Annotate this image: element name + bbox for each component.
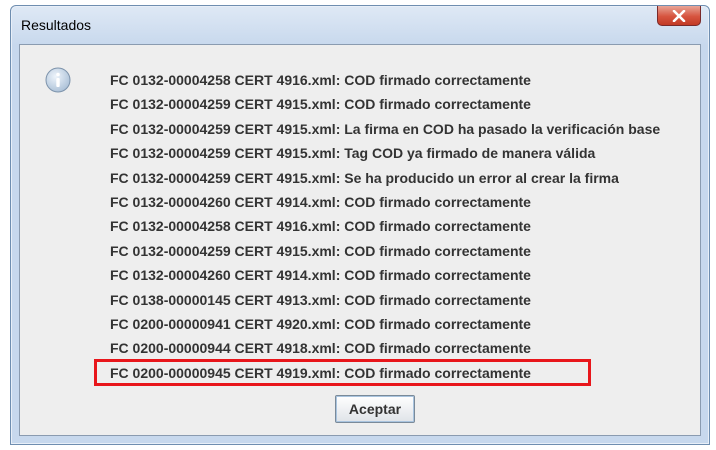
message-line: FC 0132-00004259 CERT 4915.xml: La firma… xyxy=(110,120,661,137)
results-dialog: Resultados FC 0132-00004258 CERT 4916.xm… xyxy=(10,5,710,445)
message-line: FC 0138-00000145 CERT 4913.xml: COD firm… xyxy=(110,291,531,308)
close-icon xyxy=(672,9,686,22)
dialog-body: FC 0132-00004258 CERT 4916.xml: COD firm… xyxy=(19,44,701,436)
dialog-title: Resultados xyxy=(21,17,92,33)
message-line: FC 0132-00004258 CERT 4916.xml: COD firm… xyxy=(110,72,531,88)
message-line: FC 0132-00004260 CERT 4914.xml: COD firm… xyxy=(110,267,531,284)
message-line: FC 0200-00000944 CERT 4918.xml: COD firm… xyxy=(110,340,531,357)
message-line: FC 0132-00004259 CERT 4915.xml: Se ha pr… xyxy=(110,169,619,186)
message-line: FC 0200-00000945 CERT 4919.xml: COD firm… xyxy=(110,364,531,381)
info-icon xyxy=(45,67,71,93)
message-line: FC 0132-00004258 CERT 4916.xml: COD firm… xyxy=(110,218,531,235)
message-line: FC 0132-00004259 CERT 4915.xml: COD firm… xyxy=(110,96,531,113)
message-line: FC 0132-00004259 CERT 4915.xml: COD firm… xyxy=(110,242,531,259)
accept-button[interactable]: Aceptar xyxy=(335,395,415,423)
title-bar[interactable]: Resultados xyxy=(11,6,709,44)
message-list: FC 0132-00004258 CERT 4916.xml: COD firm… xyxy=(110,70,660,387)
message-line: FC 0132-00004259 CERT 4915.xml: Tag COD … xyxy=(110,145,596,162)
message-line: FC 0200-00000941 CERT 4920.xml: COD firm… xyxy=(110,315,531,332)
message-line: FC 0132-00004260 CERT 4914.xml: COD firm… xyxy=(110,193,531,210)
close-button[interactable] xyxy=(657,6,701,26)
